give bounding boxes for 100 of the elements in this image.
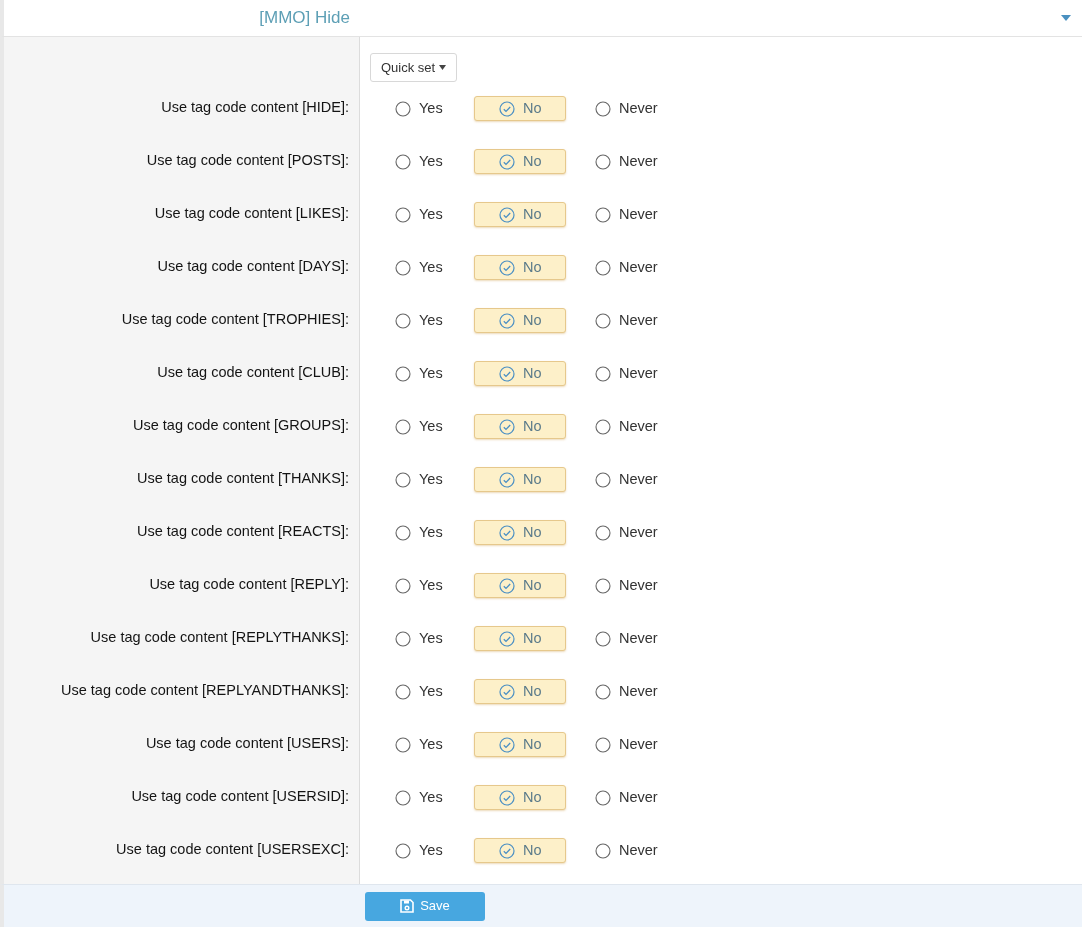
radio-option[interactable]: Yes — [374, 520, 466, 545]
radio-option[interactable]: No — [474, 679, 566, 704]
radio-option[interactable]: No — [474, 414, 566, 439]
radio-option[interactable]: No — [474, 255, 566, 280]
radio-option[interactable]: Yes — [374, 626, 466, 651]
radio-option[interactable]: Never — [574, 255, 666, 280]
check-circle-icon — [499, 842, 515, 859]
radio-option[interactable]: No — [474, 96, 566, 121]
radio-circle-icon — [595, 365, 611, 382]
radio-option[interactable]: No — [474, 467, 566, 492]
check-circle-icon — [499, 683, 515, 700]
radio-circle-icon — [595, 100, 611, 117]
radio-option[interactable]: No — [474, 308, 566, 333]
check-circle-icon — [499, 524, 515, 541]
setting-label: Use tag code content [THANKS]: — [137, 468, 349, 488]
radio-circle-icon — [395, 683, 411, 700]
radio-circle-icon — [595, 153, 611, 170]
caret-icon — [1061, 15, 1071, 21]
radio-option[interactable]: Yes — [374, 202, 466, 227]
radio-option[interactable]: No — [474, 202, 566, 227]
check-circle-icon — [499, 312, 515, 329]
radio-circle-icon — [395, 577, 411, 594]
check-circle-icon — [499, 259, 515, 276]
radio-circle-icon — [395, 789, 411, 806]
radio-option[interactable]: Yes — [374, 573, 466, 598]
radio-option[interactable]: Yes — [374, 308, 466, 333]
radio-circle-icon — [395, 471, 411, 488]
check-circle-icon — [499, 736, 515, 753]
setting-label: Use tag code content [HIDE]: — [161, 97, 349, 117]
radio-option[interactable]: Never — [574, 361, 666, 386]
setting-label: Use tag code content [POSTS]: — [146, 150, 349, 170]
radio-option[interactable]: Yes — [374, 838, 466, 863]
radio-circle-icon — [395, 206, 411, 223]
radio-option[interactable]: Never — [574, 202, 666, 227]
setting-label: Use tag code content [REPLYTHANKS]: — [90, 627, 349, 647]
check-circle-icon — [499, 630, 515, 647]
setting-label: Use tag code content [USERS]: — [145, 733, 349, 753]
radio-circle-icon — [395, 100, 411, 117]
radio-option[interactable]: Never — [574, 838, 666, 863]
radio-circle-icon — [595, 206, 611, 223]
setting-label: Use tag code content [GROUPS]: — [133, 415, 349, 435]
check-circle-icon — [499, 206, 515, 223]
radio-option[interactable]: Never — [574, 520, 666, 545]
radio-circle-icon — [595, 736, 611, 753]
radio-option[interactable]: Never — [574, 414, 666, 439]
radio-option[interactable]: Yes — [374, 732, 466, 757]
radio-option[interactable]: No — [474, 520, 566, 545]
radio-option[interactable]: Yes — [374, 467, 466, 492]
radio-option[interactable]: No — [474, 626, 566, 651]
caret-icon — [439, 65, 447, 70]
check-circle-icon — [499, 418, 515, 435]
setting-label: Use tag code content [DAYS]: — [157, 256, 349, 276]
radio-circle-icon — [395, 524, 411, 541]
radio-circle-icon — [395, 418, 411, 435]
setting-label: Use tag code content [REACTS]: — [137, 521, 349, 541]
radio-circle-icon — [595, 471, 611, 488]
radio-circle-icon — [595, 259, 611, 276]
radio-circle-icon — [395, 312, 411, 329]
radio-circle-icon — [395, 153, 411, 170]
radio-circle-icon — [595, 842, 611, 859]
radio-option[interactable]: Yes — [374, 255, 466, 280]
radio-option[interactable]: Never — [574, 467, 666, 492]
radio-circle-icon — [595, 683, 611, 700]
check-circle-icon — [499, 471, 515, 488]
radio-option[interactable]: Never — [574, 308, 666, 333]
radio-option[interactable]: No — [474, 361, 566, 386]
radio-circle-icon — [595, 418, 611, 435]
radio-circle-icon — [595, 630, 611, 647]
radio-option[interactable]: No — [474, 149, 566, 174]
radio-option[interactable]: Never — [574, 785, 666, 810]
setting-label: Use tag code content [USERSID]: — [131, 786, 349, 806]
radio-option[interactable]: Never — [574, 679, 666, 704]
check-circle-icon — [499, 577, 515, 594]
radio-option[interactable]: Yes — [374, 414, 466, 439]
radio-circle-icon — [395, 630, 411, 647]
setting-label: Use tag code content [USERSEXC]: — [116, 839, 349, 859]
radio-option[interactable]: Never — [574, 626, 666, 651]
radio-option[interactable]: Yes — [374, 96, 466, 121]
radio-option[interactable]: Yes — [374, 679, 466, 704]
save-icon — [400, 899, 415, 913]
radio-option[interactable]: Yes — [374, 361, 466, 386]
setting-label: Use tag code content [TROPHIES]: — [121, 309, 349, 329]
radio-option[interactable]: No — [474, 573, 566, 598]
radio-option[interactable]: Never — [574, 732, 666, 757]
radio-circle-icon — [395, 736, 411, 753]
radio-option[interactable]: Never — [574, 573, 666, 598]
radio-option[interactable]: Never — [574, 149, 666, 174]
check-circle-icon — [499, 365, 515, 382]
radio-option[interactable]: Yes — [374, 785, 466, 810]
radio-circle-icon — [595, 789, 611, 806]
radio-option[interactable]: No — [474, 838, 566, 863]
setting-label: Use tag code content [REPLY]: — [149, 574, 349, 594]
radio-circle-icon — [395, 259, 411, 276]
radio-circle-icon — [595, 577, 611, 594]
radio-option[interactable]: No — [474, 732, 566, 757]
quick-set-button[interactable]: Quick set — [370, 53, 458, 82]
radio-circle-icon — [595, 312, 611, 329]
radio-option[interactable]: No — [474, 785, 566, 810]
radio-option[interactable]: Yes — [374, 149, 466, 174]
radio-option[interactable]: Never — [574, 96, 666, 121]
